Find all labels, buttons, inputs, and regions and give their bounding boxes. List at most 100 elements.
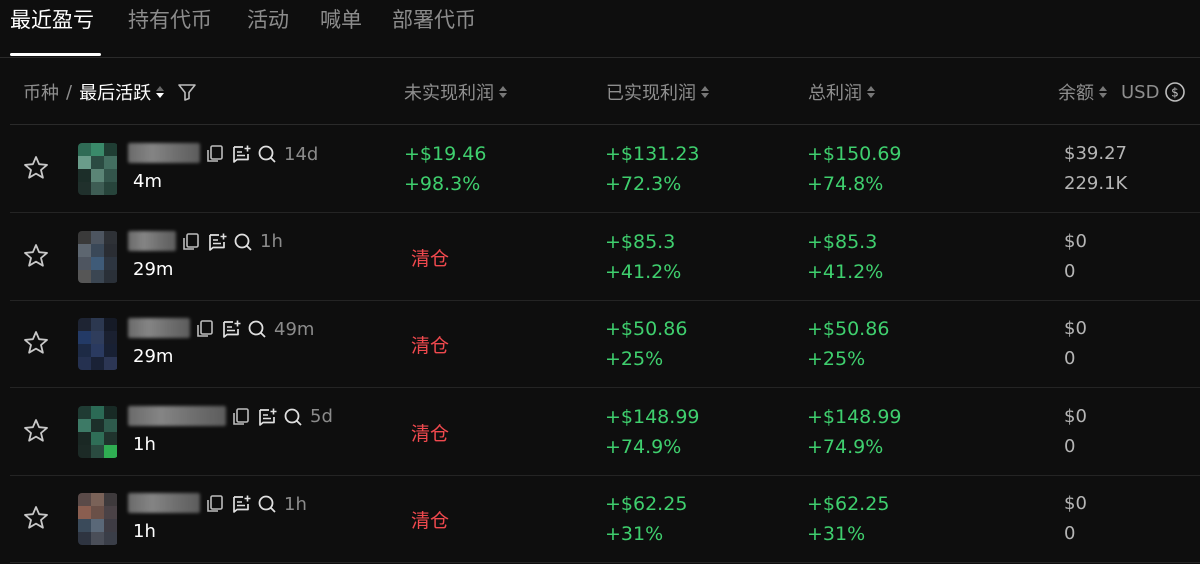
search-icon[interactable] — [282, 406, 304, 428]
add-note-icon[interactable] — [230, 143, 252, 165]
balance-amount: 229.1K — [1064, 173, 1128, 194]
favorite-star-icon[interactable] — [22, 417, 50, 445]
realized-profit: +$148.99 — [605, 405, 700, 428]
realized-profit-pct: +25% — [605, 348, 664, 370]
copy-icon[interactable] — [180, 231, 202, 253]
sort-icon[interactable] — [499, 85, 507, 99]
token-age: 1h — [260, 231, 283, 252]
token-avatar — [78, 143, 118, 195]
header-balance-label: 余额 — [1058, 83, 1094, 104]
search-icon[interactable] — [232, 231, 254, 253]
total-profit-pct: +25% — [807, 348, 866, 370]
token-name-redacted — [128, 143, 200, 163]
balance-amount: 0 — [1064, 348, 1076, 369]
realized-profit-pct: +31% — [605, 523, 664, 545]
token-actions: 49m — [194, 317, 314, 341]
total-profit-pct: +41.2% — [807, 260, 884, 283]
header-last-active-label[interactable]: 最后活跃 — [79, 79, 151, 105]
sort-icon[interactable] — [1099, 85, 1107, 99]
favorite-star-icon[interactable] — [22, 329, 50, 357]
token-avatar — [78, 493, 118, 545]
realized-profit: +$85.3 — [605, 230, 676, 253]
last-active-time: 29m — [133, 258, 174, 280]
favorite-star-icon[interactable] — [22, 154, 50, 182]
sort-icon[interactable] — [867, 85, 875, 99]
realized-profit: +$50.86 — [605, 318, 688, 340]
position-closed-label: 清仓 — [411, 335, 450, 357]
active-tab-indicator — [10, 53, 101, 56]
column-header-realized[interactable]: 已实现利润 — [606, 79, 709, 105]
last-active-time: 29m — [133, 346, 174, 367]
token-name-redacted — [128, 230, 176, 251]
token-name-redacted — [128, 493, 200, 513]
favorite-star-icon[interactable] — [22, 242, 50, 270]
balance-usd: $0 — [1064, 405, 1087, 427]
tab-activity[interactable]: 活动 — [247, 4, 289, 34]
tab-holdings[interactable]: 持有代币 — [128, 4, 212, 34]
sort-icon[interactable] — [701, 85, 709, 99]
position-closed-label: 清仓 — [411, 510, 450, 532]
copy-icon[interactable] — [204, 493, 226, 515]
currency-label[interactable]: USD — [1121, 82, 1159, 103]
realized-profit-pct: +72.3% — [605, 173, 682, 195]
tab-deployed-tokens[interactable]: 部署代币 — [392, 4, 476, 34]
token-actions: 1h — [204, 492, 307, 516]
search-icon[interactable] — [256, 143, 278, 165]
header-total-label: 总利润 — [808, 83, 862, 104]
add-note-icon[interactable] — [220, 318, 242, 340]
copy-icon[interactable] — [204, 143, 226, 165]
header-separator: / — [66, 81, 73, 103]
token-name-redacted — [128, 405, 226, 426]
realized-profit: +$62.25 — [605, 493, 688, 515]
unrealized-profit-pct: +98.3% — [404, 173, 481, 195]
position-closed-label: 清仓 — [411, 422, 450, 445]
token-age: 14d — [284, 143, 319, 165]
table-row[interactable]: 1h 1h 清仓 +$62.25 +31% +$62.25 +31% $0 0 — [0, 475, 1200, 563]
token-avatar — [78, 230, 118, 283]
add-note-icon[interactable] — [256, 406, 278, 428]
tab-calls[interactable]: 喊单 — [320, 4, 362, 34]
column-header-unrealized[interactable]: 未实现利润 — [404, 79, 507, 105]
add-note-icon[interactable] — [230, 493, 252, 515]
table-row[interactable]: 14d 4m +$19.46 +98.3% +$131.23 +72.3% +$150.69… — [0, 125, 1200, 213]
add-note-icon[interactable] — [206, 231, 228, 253]
header-token-label: 币种 — [23, 83, 59, 104]
total-profit: +$50.86 — [807, 318, 890, 340]
unrealized-profit: +$19.46 — [404, 143, 487, 165]
token-avatar — [78, 318, 118, 370]
column-header-token: 币种 / 最后活跃 — [23, 79, 198, 105]
table-row[interactable]: 5d 1h 清仓 +$148.99 +74.9% +$148.99 +74.9% $0 0 — [0, 388, 1200, 476]
token-actions: 1h — [180, 230, 283, 254]
column-header-total[interactable]: 总利润 — [808, 79, 875, 105]
last-active-time: 1h — [133, 433, 156, 455]
table-row[interactable]: 49m 29m 清仓 +$50.86 +25% +$50.86 +25% $0 0 — [0, 300, 1200, 388]
tab-bar: 最近盈亏 持有代币 活动 喊单 部署代币 — [0, 0, 1200, 58]
copy-icon[interactable] — [230, 406, 252, 428]
total-profit-pct: +31% — [807, 523, 866, 545]
total-profit-pct: +74.8% — [807, 173, 884, 195]
last-active-time: 4m — [133, 171, 162, 192]
token-age: 49m — [274, 318, 315, 340]
position-closed-label: 清仓 — [411, 247, 450, 270]
balance-amount: 0 — [1064, 435, 1076, 457]
balance-amount: 0 — [1064, 523, 1076, 544]
row-divider — [10, 562, 1200, 563]
currency-switch-icon[interactable]: $ — [1164, 81, 1186, 103]
favorite-star-icon[interactable] — [22, 504, 50, 532]
last-active-time: 1h — [133, 521, 156, 542]
realized-profit: +$131.23 — [605, 143, 700, 165]
tab-recent-pnl[interactable]: 最近盈亏 — [10, 4, 94, 34]
svg-text:$: $ — [1172, 86, 1180, 100]
table-row[interactable]: 1h 29m 清仓 +$85.3 +41.2% +$85.3 +41.2% $0 0 — [0, 213, 1200, 301]
sort-desc-icon[interactable] — [156, 85, 165, 99]
search-icon[interactable] — [246, 318, 268, 340]
search-icon[interactable] — [256, 493, 278, 515]
balance-usd: $39.27 — [1064, 143, 1127, 164]
total-profit: +$148.99 — [807, 405, 902, 428]
column-header-balance[interactable]: 余额 USD $ — [1058, 79, 1186, 105]
token-avatar — [78, 405, 118, 458]
realized-profit-pct: +41.2% — [605, 260, 682, 283]
filter-icon[interactable] — [176, 81, 198, 103]
header-unrealized-label: 未实现利润 — [404, 83, 494, 104]
copy-icon[interactable] — [194, 318, 216, 340]
